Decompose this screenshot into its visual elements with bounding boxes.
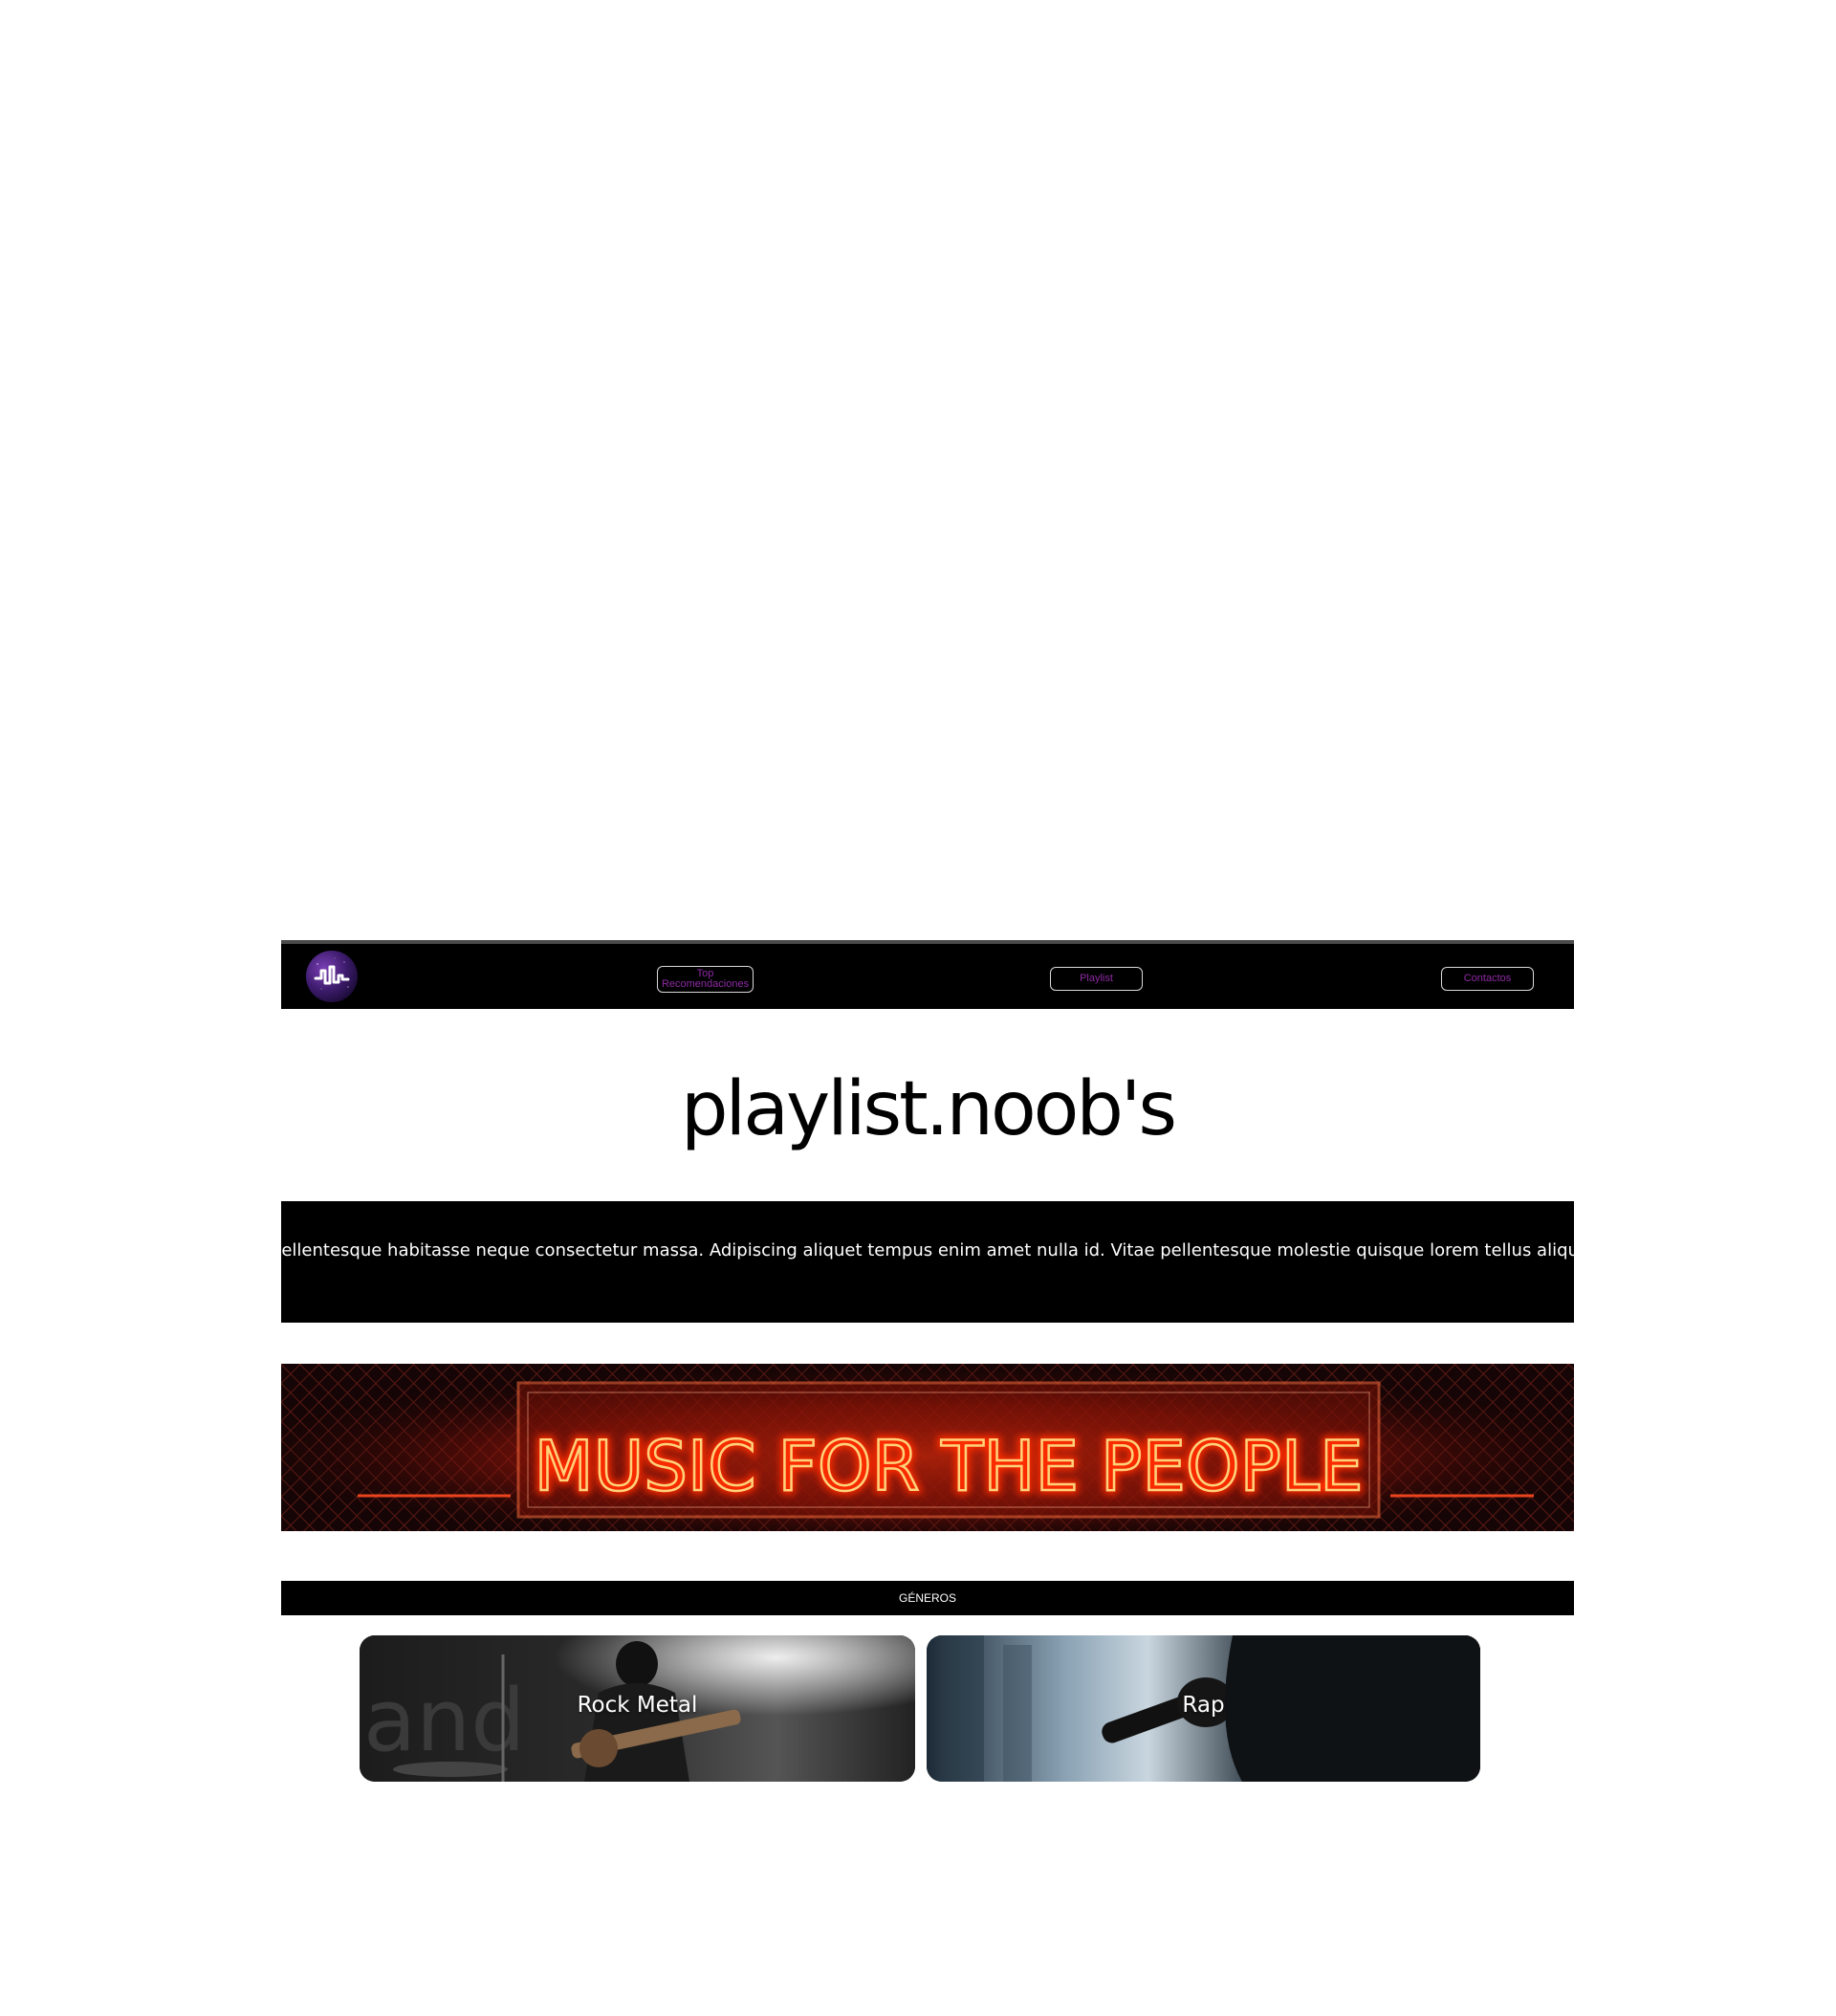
nav-top-recomendaciones-button[interactable]: Top Recomendaciones bbox=[657, 966, 754, 993]
intro-section: Lorem ipsum dolor sit amet, consectetur … bbox=[281, 1201, 1574, 1323]
nav-contactos-button[interactable]: Contactos bbox=[1441, 967, 1534, 991]
genre-card-rap[interactable]: Rap bbox=[927, 1635, 1480, 1782]
svg-text:and: and bbox=[363, 1671, 525, 1771]
genre-card-label: Rap bbox=[1182, 1693, 1225, 1718]
genre-card-rock-metal[interactable]: and Rock Metal bbox=[360, 1635, 915, 1782]
intro-text: Lorem ipsum dolor sit amet, consectetur … bbox=[281, 1240, 1574, 1260]
genres-heading: GÉNEROS bbox=[898, 1591, 956, 1605]
neon-sign-image: MUSIC FOR THE PEOPLE MUSIC FOR THE PEOPL… bbox=[281, 1364, 1574, 1531]
neon-sign-text: MUSIC FOR THE PEOPLE bbox=[534, 1426, 1363, 1506]
site-title: playlist.noob's bbox=[681, 1066, 1177, 1152]
genre-card-label: Rock Metal bbox=[577, 1693, 698, 1718]
music-for-the-people-banner: MUSIC FOR THE PEOPLE MUSIC FOR THE PEOPL… bbox=[281, 1364, 1574, 1531]
musical-logo-icon[interactable] bbox=[306, 951, 358, 1002]
nav-playlist-button[interactable]: Playlist bbox=[1050, 967, 1143, 991]
genres-heading-bar: GÉNEROS bbox=[281, 1581, 1574, 1615]
top-navbar: Top Recomendaciones Playlist Contactos bbox=[281, 940, 1574, 1009]
page-container: Top Recomendaciones Playlist Contactos p… bbox=[281, 940, 1574, 1782]
